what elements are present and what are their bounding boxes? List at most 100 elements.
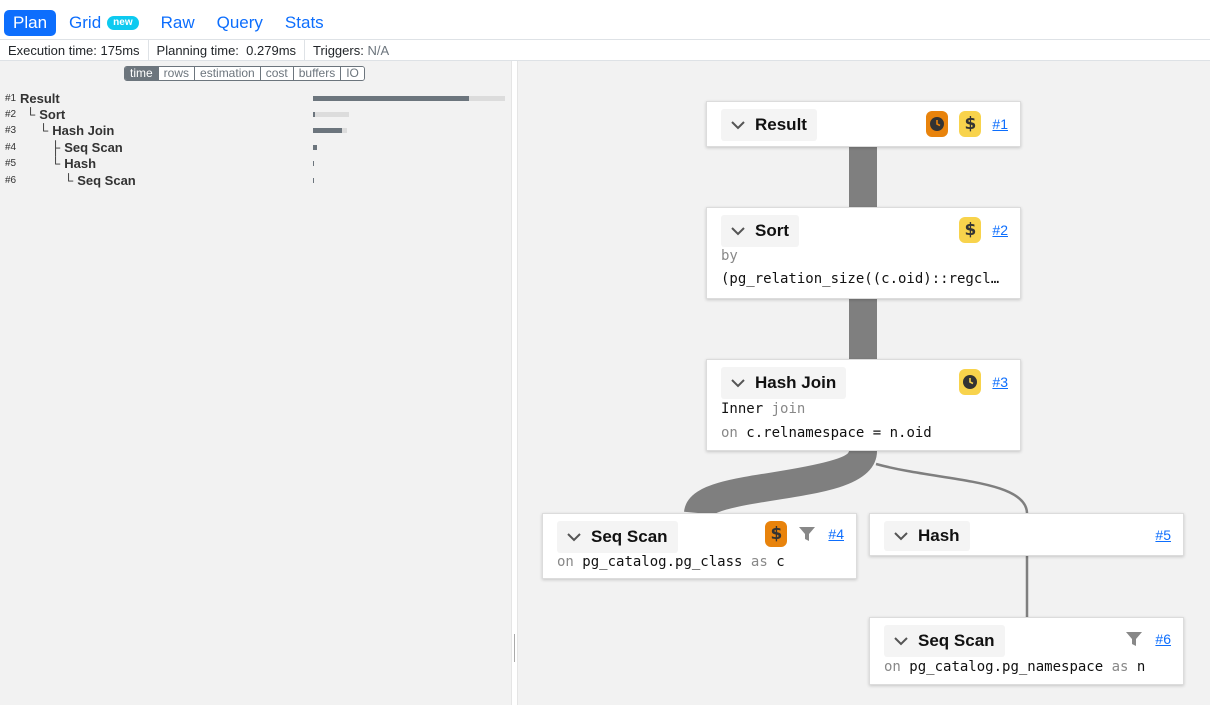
time-bar	[313, 96, 505, 101]
node-badges: #3	[959, 369, 1008, 395]
metric-buffers[interactable]: buffers	[293, 67, 342, 80]
node-header[interactable]: Seq Scan	[884, 625, 1005, 657]
time-bar	[313, 145, 317, 150]
plan-node-seq-scan-4[interactable]: Seq Scan $ #4 on pg_catalog.pg_class as …	[542, 513, 857, 579]
triggers: Triggers: N/A	[305, 40, 397, 61]
tree-node-label: ├ Seq Scan	[51, 140, 123, 155]
node-header[interactable]: Sort	[721, 215, 799, 247]
filter-icon[interactable]	[798, 526, 816, 542]
node-number-link[interactable]: #3	[992, 374, 1008, 390]
join-condition-value: c.relnamespace = n.oid	[746, 425, 932, 441]
time-bar	[313, 161, 314, 166]
tree-row-5[interactable]: #5 └ Hash	[0, 156, 511, 172]
plan-node-hash-join[interactable]: Hash Join #3 Inner join on c.relnamespac…	[706, 359, 1021, 451]
tree-node-label: └ Seq Scan	[64, 173, 136, 188]
clock-icon[interactable]	[959, 369, 982, 395]
chevron-down-icon[interactable]	[729, 116, 747, 134]
plan-node-hash[interactable]: Hash #5	[869, 513, 1184, 556]
relation-name: pg_catalog.pg_namespace	[909, 659, 1104, 675]
tab-query-label: Query	[216, 13, 263, 32]
tab-raw-label: Raw	[160, 13, 195, 32]
scan-relation: on pg_catalog.pg_class as c	[557, 554, 785, 570]
link-hashjoin-hash	[875, 462, 1029, 514]
join-type: Inner join	[721, 401, 805, 417]
on-label: on	[884, 659, 901, 675]
tab-query[interactable]: Query	[208, 10, 272, 36]
tree-node-name: Result	[20, 91, 60, 106]
execution-time-value: 175ms	[100, 42, 140, 58]
node-badges: #6	[1125, 631, 1171, 647]
tree-node-name: Seq Scan	[77, 173, 136, 188]
tree-node-label: └ Hash	[51, 156, 96, 171]
node-header[interactable]: Seq Scan	[557, 521, 678, 553]
time-bar-fill	[313, 178, 314, 183]
node-number-link[interactable]: #4	[828, 526, 844, 542]
tree-node-number: #4	[5, 142, 17, 153]
dollar-icon[interactable]: $	[959, 217, 982, 243]
tree-row-4[interactable]: #4 ├ Seq Scan	[0, 140, 511, 156]
tree-node-name: Seq Scan	[64, 140, 123, 155]
tree-node-name: Hash Join	[52, 123, 115, 138]
as-label: as	[1111, 659, 1129, 675]
time-bar-fill	[313, 161, 314, 166]
tab-raw[interactable]: Raw	[152, 10, 204, 36]
metric-time[interactable]: time	[125, 67, 159, 80]
plan-node-result[interactable]: Result $ #1	[706, 101, 1021, 147]
dollar-icon[interactable]: $	[765, 521, 788, 547]
app-root: Plan Grid new Raw Query Stats Execution t…	[0, 0, 1210, 705]
time-bar	[313, 178, 314, 183]
tree-row-3[interactable]: #3 └ Hash Join	[0, 123, 511, 139]
chevron-down-icon[interactable]	[892, 527, 910, 545]
tab-grid[interactable]: Grid new	[60, 10, 148, 36]
metric-cost[interactable]: cost	[260, 67, 294, 80]
panel-splitter[interactable]	[511, 61, 518, 705]
node-badges: $ #2	[959, 217, 1008, 243]
dollar-icon[interactable]: $	[959, 111, 982, 137]
plan-diagram-panel[interactable]: Result $ #1 Sort $ #2 by (pg_relation_si…	[518, 61, 1210, 705]
splitter-grip[interactable]	[514, 634, 515, 662]
node-number-link[interactable]: #5	[1155, 527, 1171, 543]
time-bar	[313, 128, 347, 133]
tab-stats[interactable]: Stats	[276, 10, 333, 36]
tree-row-1[interactable]: #1 Result	[0, 91, 511, 107]
triggers-value: N/A	[367, 42, 390, 58]
plan-node-sort[interactable]: Sort $ #2 by (pg_relation_size((c.oid)::…	[706, 207, 1021, 299]
tree-node-label: └ Hash Join	[39, 123, 114, 138]
metric-estimation[interactable]: estimation	[195, 67, 261, 80]
tree-row-2[interactable]: #2 └ Sort	[0, 107, 511, 123]
node-badges: $ #4	[765, 521, 844, 547]
node-title: Hash	[918, 526, 960, 545]
metric-rows[interactable]: rows	[158, 67, 196, 80]
planning-time-label: Planning time:	[156, 42, 239, 58]
plan-node-seq-scan-6[interactable]: Seq Scan #6 on pg_catalog.pg_namespace a…	[869, 617, 1184, 685]
tree-node-label: Result	[20, 91, 60, 106]
tab-plan[interactable]: Plan	[4, 10, 57, 36]
tree-node-number: #1	[5, 93, 17, 104]
node-header[interactable]: Result	[721, 109, 817, 141]
node-header[interactable]: Hash	[884, 521, 970, 551]
tab-grid-label: Grid	[69, 13, 102, 32]
tree-row-6[interactable]: #6 └ Seq Scan	[0, 173, 511, 189]
chevron-down-icon[interactable]	[892, 632, 910, 650]
relation-alias: c	[776, 554, 785, 570]
metric-io[interactable]: IO	[341, 67, 364, 80]
relation-alias: n	[1136, 659, 1146, 675]
join-word: join	[771, 401, 806, 417]
filter-icon[interactable]	[1125, 631, 1143, 647]
tree-node-number: #5	[5, 158, 17, 169]
chevron-down-icon[interactable]	[729, 222, 747, 240]
view-tabs: Plan Grid new Raw Query Stats	[0, 7, 1210, 40]
tree-node-name: Sort	[39, 107, 66, 122]
clock-icon[interactable]	[926, 111, 949, 137]
chevron-down-icon[interactable]	[729, 374, 747, 392]
chevron-down-icon[interactable]	[565, 528, 583, 546]
node-badges: $ #1	[926, 111, 1008, 137]
tree-node-number: #2	[5, 109, 17, 120]
node-number-link[interactable]: #1	[992, 116, 1008, 132]
node-header[interactable]: Hash Join	[721, 367, 847, 399]
sort-key: (pg_relation_size((c.oid)::regcl…	[721, 271, 1000, 287]
node-number-link[interactable]: #2	[992, 222, 1008, 238]
node-number-link[interactable]: #6	[1155, 631, 1171, 647]
link-hashjoin-seqscan1	[684, 447, 877, 519]
triggers-label: Triggers:	[313, 42, 364, 58]
